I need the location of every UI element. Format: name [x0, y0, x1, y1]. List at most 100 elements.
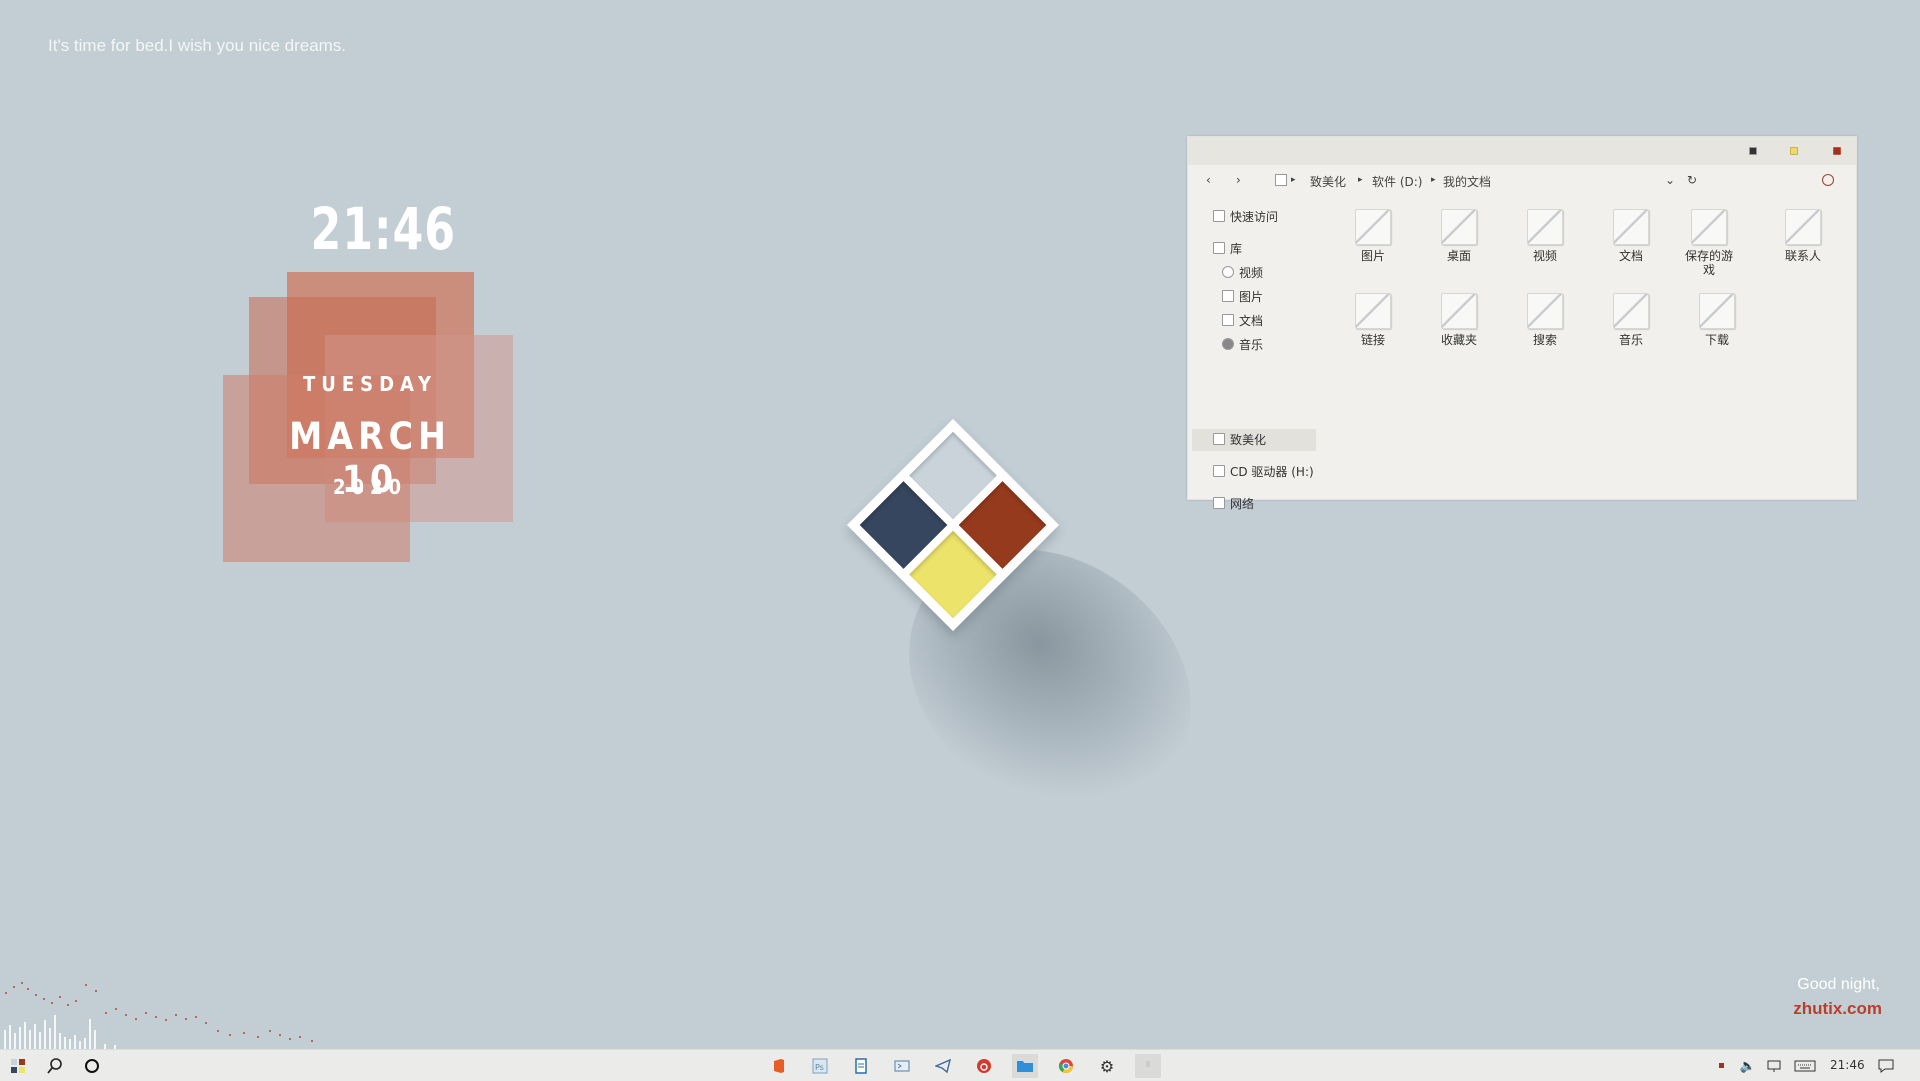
action-center-button[interactable]: [1875, 1054, 1897, 1078]
cortana-icon: [85, 1059, 99, 1073]
settings-icon: ⚙: [1099, 1056, 1115, 1076]
keyboard-icon: [1794, 1060, 1816, 1072]
folder-item[interactable]: 链接: [1338, 293, 1408, 347]
music-icon: [1222, 338, 1234, 350]
navigation-pane: 快速访问 库 视频 图片 文档 音乐 致美化 CD 驱动器 (H:) 网络: [1188, 195, 1318, 511]
breadcrumb-item[interactable]: 我的文档: [1443, 173, 1491, 190]
search-button[interactable]: [42, 1054, 68, 1078]
folder-item[interactable]: 收藏夹: [1424, 293, 1494, 347]
audio-visualizer: [4, 982, 313, 1050]
forward-button[interactable]: ›: [1236, 173, 1241, 187]
folder-icon: [1785, 209, 1821, 245]
office-icon: [774, 1059, 784, 1073]
folder-label: 视频: [1532, 249, 1557, 263]
folder-label: 联系人: [1784, 249, 1821, 263]
folder-icon: [1527, 209, 1563, 245]
sidebar-item-music[interactable]: 音乐: [1222, 335, 1263, 355]
tray-network[interactable]: [1765, 1054, 1783, 1078]
document-icon: [1222, 314, 1234, 326]
terminal-icon: [894, 1060, 910, 1072]
folder-item[interactable]: 视频: [1510, 209, 1580, 263]
taskbar-app-file-explorer[interactable]: [1012, 1054, 1038, 1078]
sidebar-item-label: 图片: [1239, 290, 1264, 304]
sidebar-item-library[interactable]: 库: [1213, 239, 1242, 259]
taskbar-app-telegram[interactable]: [930, 1054, 956, 1078]
start-button[interactable]: [5, 1054, 31, 1078]
tray-clock[interactable]: 21:46: [1830, 1058, 1865, 1072]
taskbar-app-settings[interactable]: ⚙: [1094, 1054, 1120, 1078]
folder-item[interactable]: 保存的游戏: [1682, 209, 1736, 277]
clock-time: 21:46: [310, 195, 456, 263]
greeting-text: It's time for bed.I wish you nice dreams…: [48, 36, 347, 55]
notification-icon: [1878, 1059, 1894, 1073]
search-icon[interactable]: [1822, 174, 1834, 186]
sidebar-item-cd-drive[interactable]: CD 驱动器 (H:): [1213, 462, 1314, 482]
network-icon: [1767, 1060, 1781, 1072]
volume-icon: 🔈: [1739, 1058, 1757, 1074]
taskbar-app-unknown[interactable]: [1135, 1054, 1161, 1078]
cd-drive-icon: [1213, 465, 1225, 477]
folder-item[interactable]: 文档: [1596, 209, 1666, 263]
star-icon: [1213, 210, 1225, 222]
sidebar-item-pictures[interactable]: 图片: [1222, 287, 1263, 307]
sidebar-item-quick-access[interactable]: 快速访问: [1213, 207, 1278, 227]
folder-label: 链接: [1360, 333, 1385, 347]
history-dropdown-button[interactable]: ⌄: [1665, 173, 1675, 187]
folder-label: 桌面: [1446, 249, 1471, 263]
folder-item[interactable]: 音乐: [1596, 293, 1666, 347]
folder-label: 收藏夹: [1440, 333, 1477, 347]
photoshop-icon: Ps: [812, 1058, 828, 1074]
sidebar-item-label: 快速访问: [1230, 210, 1279, 224]
svg-text:Ps: Ps: [815, 1063, 824, 1072]
folder-icon: [1355, 293, 1391, 329]
folder-item[interactable]: 联系人: [1768, 209, 1838, 263]
refresh-button[interactable]: ↻: [1687, 173, 1697, 187]
sidebar-item-label: 网络: [1230, 497, 1255, 511]
sidebar-item-drive[interactable]: 致美化: [1213, 430, 1266, 450]
sidebar-item-label: 文档: [1239, 314, 1264, 328]
cortana-button[interactable]: [79, 1054, 105, 1078]
folder-icon: [1691, 209, 1727, 245]
sidebar-item-documents[interactable]: 文档: [1222, 311, 1263, 331]
netease-music-icon: [977, 1059, 991, 1073]
taskbar-app-netease-music[interactable]: [971, 1054, 997, 1078]
chrome-icon: [1058, 1059, 1073, 1073]
folder-label: 保存的游戏: [1684, 249, 1733, 277]
breadcrumb-item[interactable]: 软件 (D:): [1372, 173, 1422, 190]
title-bar[interactable]: [1188, 137, 1856, 165]
folder-label: 下载: [1704, 333, 1729, 347]
folder-item[interactable]: 下载: [1682, 293, 1752, 347]
file-explorer-window[interactable]: ‹ › ▸ 致美化 ▸ 软件 (D:) ▸ 我的文档 ⌄ ↻ 快速访问 库 视频…: [1187, 136, 1857, 511]
sidebar-item-label: CD 驱动器 (H:): [1230, 465, 1314, 479]
taskbar-app-photoshop[interactable]: Ps: [807, 1054, 833, 1078]
taskbar-app-notepad[interactable]: [848, 1054, 874, 1078]
folder-icon: [1699, 293, 1735, 329]
tray-indicator[interactable]: [1715, 1054, 1729, 1078]
record-indicator-icon: [1719, 1063, 1724, 1068]
taskbar-app-chrome[interactable]: [1053, 1054, 1079, 1078]
sidebar-item-label: 视频: [1239, 266, 1264, 280]
drive-icon: [1213, 433, 1225, 445]
brand-text: zhutix.com: [1793, 999, 1882, 1018]
folder-icon: [1527, 293, 1563, 329]
goodnight-text: Good night,: [1797, 976, 1880, 993]
search-icon: [47, 1058, 62, 1074]
tray-volume[interactable]: 🔈: [1739, 1054, 1757, 1078]
taskbar-app-terminal[interactable]: [889, 1054, 915, 1078]
folder-item[interactable]: 图片: [1338, 209, 1408, 263]
library-icon: [1213, 242, 1225, 254]
location-icon: [1275, 174, 1287, 186]
taskbar-app-office[interactable]: [766, 1054, 792, 1078]
breadcrumb-item[interactable]: 致美化: [1310, 173, 1346, 190]
close-button[interactable]: [1833, 147, 1841, 155]
folder-item[interactable]: 搜索: [1510, 293, 1580, 347]
tray-keyboard[interactable]: [1792, 1054, 1818, 1078]
network-icon: [1213, 497, 1225, 509]
back-button[interactable]: ‹: [1206, 173, 1211, 187]
sidebar-item-network[interactable]: 网络: [1213, 494, 1254, 514]
sidebar-item-video[interactable]: 视频: [1222, 263, 1263, 283]
minimize-button[interactable]: [1749, 147, 1757, 155]
folder-item[interactable]: 桌面: [1424, 209, 1494, 263]
maximize-button[interactable]: [1790, 147, 1798, 155]
telegram-icon: [935, 1058, 951, 1074]
